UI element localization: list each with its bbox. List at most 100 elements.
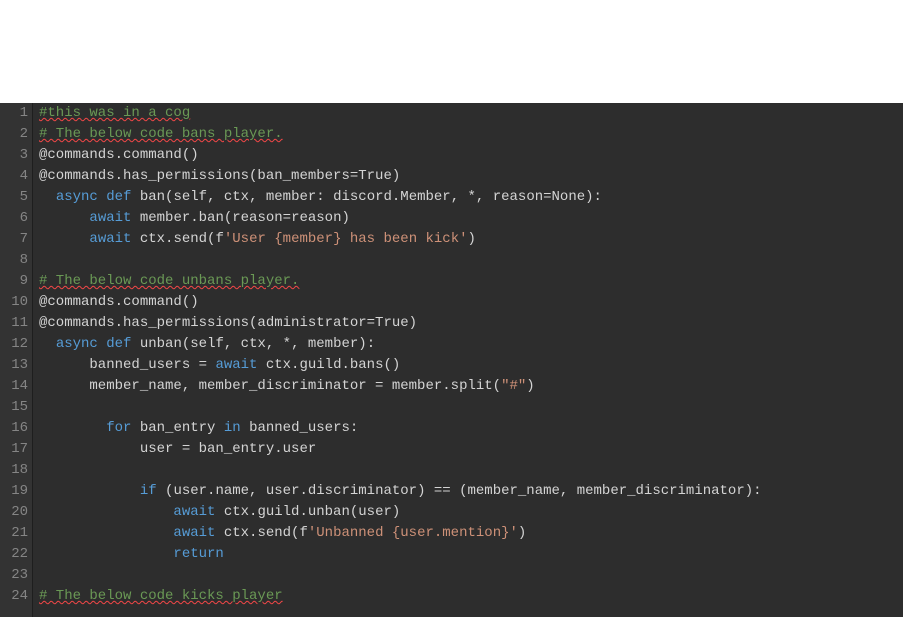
code-token: @commands.command() [39, 294, 199, 310]
code-line[interactable]: async def ban(self, ctx, member: discord… [39, 187, 903, 208]
code-token: ctx.send(f [131, 231, 223, 247]
code-line[interactable]: for ban_entry in banned_users: [39, 418, 903, 439]
line-number: 3 [0, 145, 28, 166]
line-number: 1 [0, 103, 28, 124]
code-token: ) [518, 525, 526, 541]
code-token: (user.name, user.discriminator) == (memb… [157, 483, 762, 499]
code-token [39, 189, 56, 205]
code-token [98, 189, 106, 205]
code-line[interactable]: await member.ban(reason=reason) [39, 208, 903, 229]
line-number: 8 [0, 250, 28, 271]
code-area[interactable]: #this was in a cog # The below code bans … [33, 103, 903, 617]
line-number: 15 [0, 397, 28, 418]
code-token: await [89, 210, 131, 226]
line-number: 14 [0, 376, 28, 397]
code-line[interactable]: await ctx.guild.unban(user) [39, 502, 903, 523]
code-token [39, 231, 89, 247]
code-token [39, 546, 173, 562]
code-token: #this was in a cog [39, 105, 190, 121]
code-token: unban(self, ctx, *, member): [131, 336, 375, 352]
code-token: banned_users = [39, 357, 215, 373]
code-line[interactable]: # The below code bans player. [39, 124, 903, 145]
code-token: def [106, 189, 131, 205]
code-token: ctx.guild.bans() [257, 357, 400, 373]
code-token: # The below code kicks player [39, 588, 283, 604]
code-token: # The below code unbans player. [39, 273, 299, 289]
code-line[interactable] [39, 250, 903, 271]
line-number: 12 [0, 334, 28, 355]
code-line[interactable]: @commands.command() [39, 145, 903, 166]
code-token: member_name, member_discriminator = memb… [39, 378, 501, 394]
code-line[interactable]: if (user.name, user.discriminator) == (m… [39, 481, 903, 502]
line-number: 13 [0, 355, 28, 376]
line-number: 4 [0, 166, 28, 187]
line-number: 16 [0, 418, 28, 439]
code-token: return [173, 546, 223, 562]
code-token: async [56, 189, 98, 205]
code-token: 'User {member} has been kick' [224, 231, 468, 247]
line-number: 7 [0, 229, 28, 250]
code-token: ctx.send(f [215, 525, 307, 541]
code-line[interactable] [39, 565, 903, 586]
code-token: if [140, 483, 157, 499]
code-line[interactable]: return [39, 544, 903, 565]
code-token: await [89, 231, 131, 247]
code-token: ban_entry [131, 420, 223, 436]
code-token: member.ban(reason=reason) [131, 210, 349, 226]
code-token: @commands.has_permissions(administrator=… [39, 315, 417, 331]
code-token: @commands.has_permissions(ban_members=Tr… [39, 168, 400, 184]
code-line[interactable]: # The below code unbans player. [39, 271, 903, 292]
code-token [39, 420, 106, 436]
line-number: 20 [0, 502, 28, 523]
line-number: 24 [0, 586, 28, 607]
code-token: "#" [501, 378, 526, 394]
code-line[interactable]: @commands.command() [39, 292, 903, 313]
line-number: 19 [0, 481, 28, 502]
line-number: 11 [0, 313, 28, 334]
code-line[interactable]: #this was in a cog [39, 103, 903, 124]
line-number: 18 [0, 460, 28, 481]
line-number: 6 [0, 208, 28, 229]
code-token: in [224, 420, 241, 436]
code-editor[interactable]: 123456789101112131415161718192021222324 … [0, 103, 903, 617]
code-line[interactable]: user = ban_entry.user [39, 439, 903, 460]
line-number: 22 [0, 544, 28, 565]
code-line[interactable]: # The below code kicks player [39, 586, 903, 607]
line-number: 9 [0, 271, 28, 292]
code-token: 'Unbanned {user.mention}' [308, 525, 518, 541]
code-line[interactable]: async def unban(self, ctx, *, member): [39, 334, 903, 355]
blank-area [0, 0, 903, 103]
line-number: 17 [0, 439, 28, 460]
code-line[interactable]: member_name, member_discriminator = memb… [39, 376, 903, 397]
line-number: 5 [0, 187, 28, 208]
line-number: 23 [0, 565, 28, 586]
code-line[interactable] [39, 460, 903, 481]
code-token [39, 504, 173, 520]
line-number: 21 [0, 523, 28, 544]
code-line[interactable]: await ctx.send(f'Unbanned {user.mention}… [39, 523, 903, 544]
code-token: async [56, 336, 98, 352]
code-line[interactable]: @commands.has_permissions(administrator=… [39, 313, 903, 334]
code-token [39, 210, 89, 226]
code-token: ) [526, 378, 534, 394]
code-token: banned_users: [241, 420, 359, 436]
line-number: 2 [0, 124, 28, 145]
code-token: await [173, 525, 215, 541]
code-token [98, 336, 106, 352]
code-token: def [106, 336, 131, 352]
code-token: await [215, 357, 257, 373]
code-line[interactable]: banned_users = await ctx.guild.bans() [39, 355, 903, 376]
code-token: @commands.command() [39, 147, 199, 163]
code-token: user = ban_entry.user [39, 441, 316, 457]
code-line[interactable]: @commands.has_permissions(ban_members=Tr… [39, 166, 903, 187]
line-number: 10 [0, 292, 28, 313]
code-token: # The below code bans player. [39, 126, 283, 142]
code-token [39, 336, 56, 352]
code-line[interactable] [39, 397, 903, 418]
code-token: for [106, 420, 131, 436]
code-token [39, 525, 173, 541]
code-token: await [173, 504, 215, 520]
code-line[interactable]: await ctx.send(f'User {member} has been … [39, 229, 903, 250]
code-token: ctx.guild.unban(user) [215, 504, 400, 520]
code-token: ) [468, 231, 476, 247]
